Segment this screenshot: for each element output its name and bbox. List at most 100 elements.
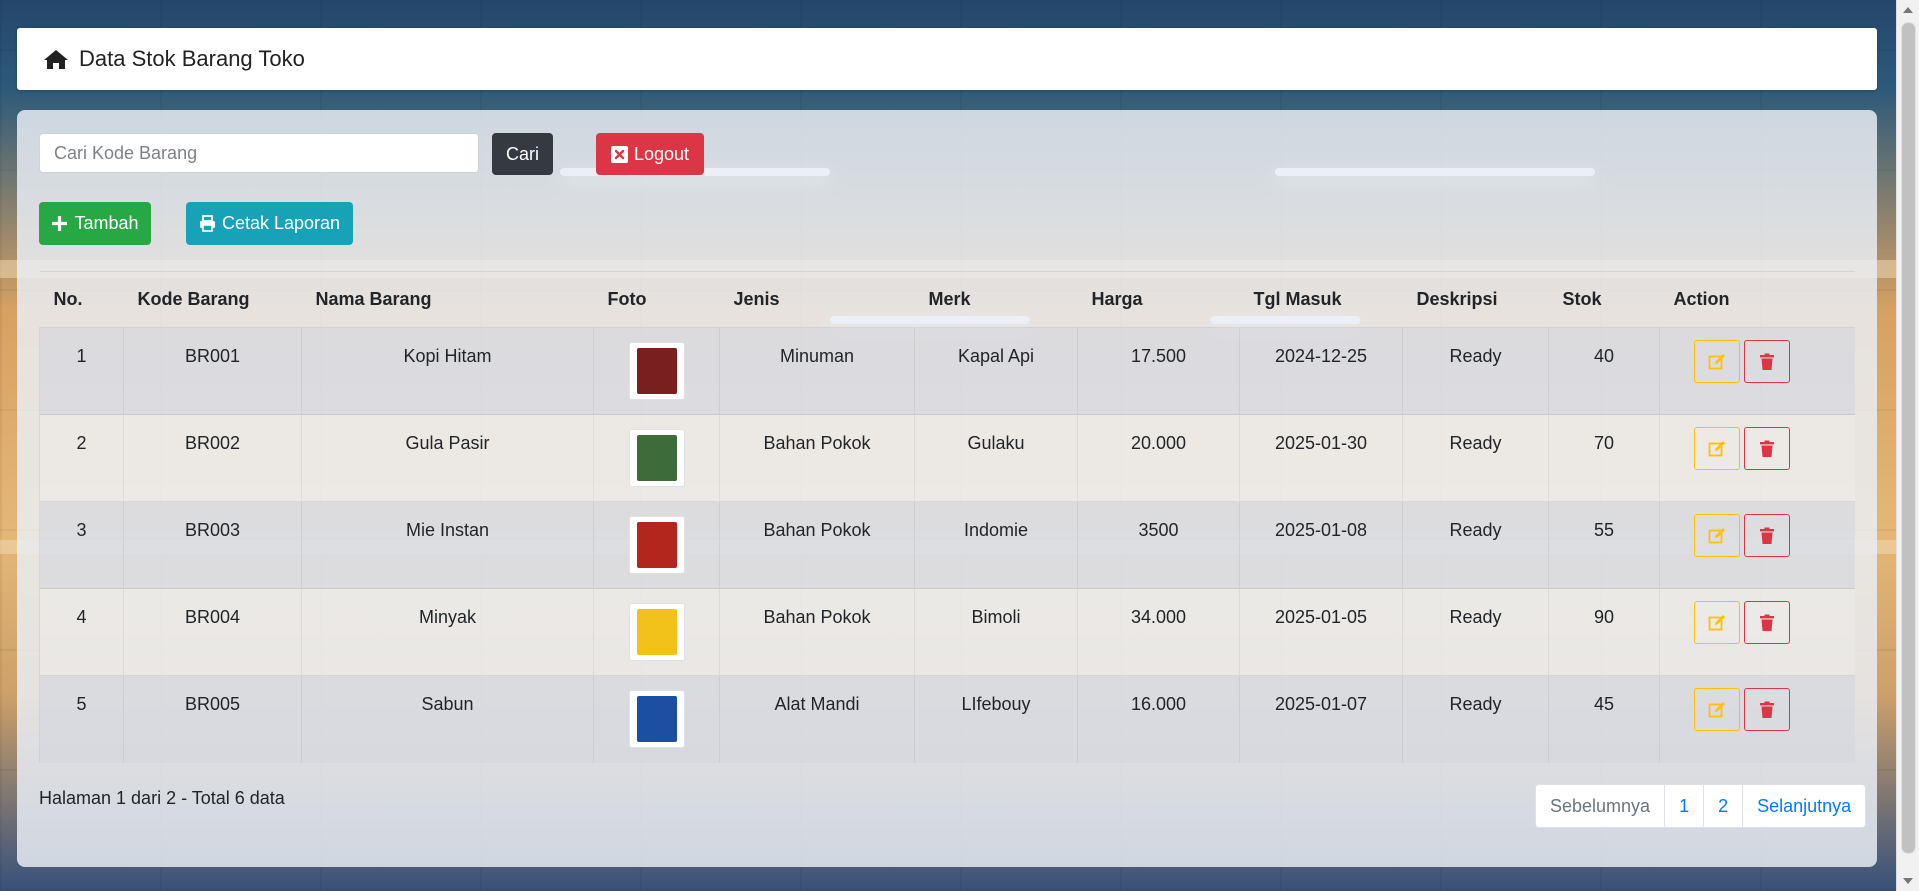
product-image [636, 522, 677, 568]
edit-icon [1708, 440, 1725, 456]
edit-icon [1708, 614, 1725, 630]
cell-jenis: Bahan Pokok [719, 501, 915, 589]
cell-no: 2 [39, 414, 124, 502]
cell-jenis: Bahan Pokok [719, 414, 915, 502]
cell-action [1659, 414, 1855, 502]
add-label: Tambah [74, 213, 139, 233]
cell-action [1659, 588, 1855, 676]
product-image [636, 435, 677, 481]
cell-stok: 45 [1548, 675, 1660, 763]
cell-no: 4 [39, 588, 124, 676]
product-image [636, 609, 677, 655]
edit-button[interactable] [1694, 688, 1740, 731]
product-thumbnail[interactable] [628, 603, 685, 661]
edit-icon [1708, 353, 1725, 369]
product-thumbnail[interactable] [628, 429, 685, 487]
trash-icon [1760, 440, 1774, 457]
delete-button[interactable] [1744, 427, 1790, 470]
navbar-brand[interactable]: Data Stok Barang Toko [43, 46, 305, 72]
product-thumbnail[interactable] [628, 690, 685, 748]
top-navbar: Data Stok Barang Toko [17, 28, 1877, 90]
page-title: Data Stok Barang Toko [79, 46, 305, 71]
edit-button[interactable] [1694, 340, 1740, 383]
cell-deskripsi: Ready [1402, 675, 1549, 763]
cell-tgl: 2025-01-07 [1239, 675, 1403, 763]
close-square-icon [610, 145, 628, 163]
cell-harga: 16.000 [1077, 675, 1240, 763]
cell-deskripsi: Ready [1402, 414, 1549, 502]
pagination-page-1[interactable]: 1 [1664, 785, 1703, 827]
cell-nama: Sabun [301, 675, 594, 763]
cell-jenis: Minuman [719, 327, 915, 415]
cell-merk: Bimoli [914, 588, 1078, 676]
trash-icon [1760, 527, 1774, 544]
trash-icon [1760, 701, 1774, 718]
edit-button[interactable] [1694, 601, 1740, 644]
add-button[interactable]: Tambah [39, 202, 151, 245]
cell-stok: 70 [1548, 414, 1660, 502]
product-thumbnail[interactable] [628, 342, 685, 400]
delete-button[interactable] [1744, 688, 1790, 731]
edit-button[interactable] [1694, 514, 1740, 557]
col-kode: Kode Barang [123, 271, 302, 328]
cell-nama: Mie Instan [301, 501, 594, 589]
cell-deskripsi: Ready [1402, 501, 1549, 589]
pagination-prev[interactable]: Sebelumnya [1536, 785, 1664, 827]
scroll-down-icon[interactable] [1903, 878, 1913, 884]
cell-action [1659, 675, 1855, 763]
cell-tgl: 2024-12-25 [1239, 327, 1403, 415]
cell-harga: 34.000 [1077, 588, 1240, 676]
scrollbar-thumb[interactable] [1901, 22, 1916, 854]
cell-merk: LIfebouy [914, 675, 1078, 763]
delete-button[interactable] [1744, 601, 1790, 644]
search-button-label: Cari [505, 143, 539, 164]
cell-harga: 3500 [1077, 501, 1240, 589]
product-thumbnail[interactable] [628, 516, 685, 574]
cell-deskripsi: Ready [1402, 588, 1549, 676]
edit-button[interactable] [1694, 427, 1740, 470]
col-nama: Nama Barang [301, 271, 594, 328]
edit-icon [1708, 701, 1725, 717]
cell-stok: 55 [1548, 501, 1660, 589]
pagination-next[interactable]: Selanjutnya [1742, 785, 1865, 827]
plus-icon [52, 216, 68, 231]
col-tgl: Tgl Masuk [1239, 271, 1403, 328]
cell-no: 5 [39, 675, 124, 763]
cell-action [1659, 327, 1855, 415]
cell-foto [593, 675, 720, 763]
print-report-button[interactable]: Cetak Laporan [186, 202, 353, 245]
delete-button[interactable] [1744, 340, 1790, 383]
cell-stok: 90 [1548, 588, 1660, 676]
col-foto: Foto [593, 271, 720, 328]
pagination-page-2[interactable]: 2 [1703, 785, 1742, 827]
vertical-scrollbar[interactable] [1896, 0, 1919, 891]
col-harga: Harga [1077, 271, 1240, 328]
cell-no: 3 [39, 501, 124, 589]
table-row: 2 BR002 Gula Pasir Bahan Pokok Gulaku 20… [39, 414, 1855, 502]
col-action: Action [1659, 271, 1855, 328]
printer-icon [199, 215, 215, 232]
product-image [636, 348, 677, 394]
table-row: 3 BR003 Mie Instan Bahan Pokok Indomie 3… [39, 501, 1855, 589]
search-input[interactable] [39, 133, 479, 173]
cell-harga: 20.000 [1077, 414, 1240, 502]
cell-merk: Kapal Api [914, 327, 1078, 415]
product-image [636, 696, 677, 742]
cell-no: 1 [39, 327, 124, 415]
edit-icon [1708, 527, 1725, 543]
cell-foto [593, 501, 720, 589]
col-deskripsi: Deskripsi [1402, 271, 1549, 328]
search-button[interactable]: Cari [492, 133, 553, 175]
delete-button[interactable] [1744, 514, 1790, 557]
scroll-up-icon[interactable] [1903, 7, 1913, 13]
cell-stok: 40 [1548, 327, 1660, 415]
cell-nama: Gula Pasir [301, 414, 594, 502]
cell-kode: BR005 [123, 675, 302, 763]
cell-jenis: Alat Mandi [719, 675, 915, 763]
cell-tgl: 2025-01-05 [1239, 588, 1403, 676]
trash-icon [1760, 614, 1774, 631]
logout-button[interactable]: Logout [596, 133, 704, 175]
cell-kode: BR001 [123, 327, 302, 415]
pagination: Sebelumnya 1 2 Selanjutnya [1535, 784, 1867, 828]
col-no: No. [39, 271, 124, 328]
